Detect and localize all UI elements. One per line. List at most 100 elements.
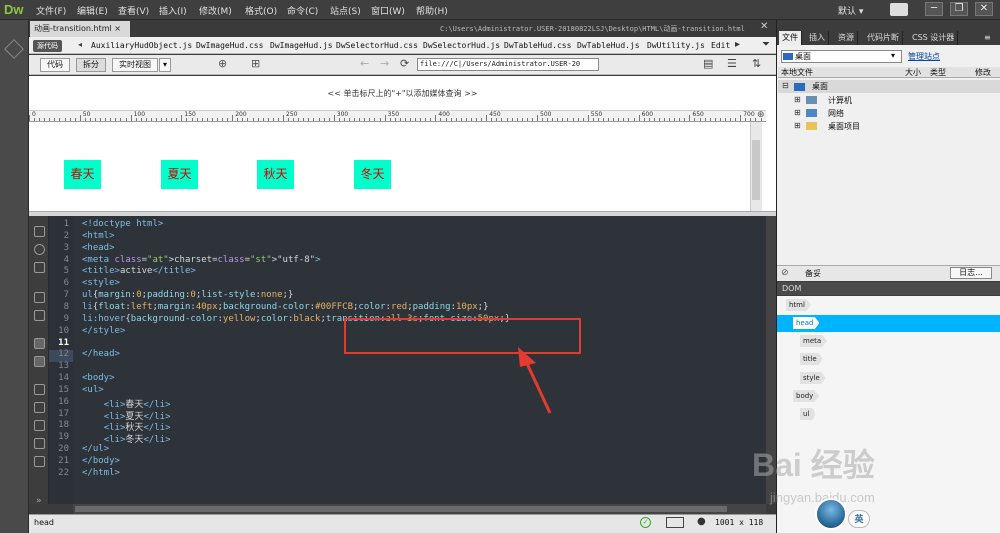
inspect-icon[interactable]: ⊕	[218, 57, 227, 70]
tab-insert[interactable]: 插入	[806, 31, 829, 45]
tab-assets[interactable]: 资源	[835, 31, 858, 45]
related-file[interactable]: DwImageHud.css	[196, 41, 263, 50]
code-line[interactable]: ul{margin:0;padding:0;list-style:none;}	[82, 290, 293, 300]
site-select[interactable]: 桌面	[781, 50, 902, 63]
menu-site[interactable]: 站点(S)	[330, 4, 361, 17]
tab-files[interactable]: 文件	[779, 31, 802, 45]
code-line[interactable]: <style>	[82, 278, 120, 288]
dom-node-title[interactable]: title	[800, 353, 823, 365]
code-view-button[interactable]: 代码	[40, 58, 70, 72]
menu-format[interactable]: 格式(O)	[245, 4, 277, 17]
related-file[interactable]: DwTableHud.js	[577, 41, 640, 50]
tree-item-desktop-items[interactable]: 桌面项目	[828, 121, 860, 132]
window-size[interactable]: 1001 x 118	[715, 518, 763, 527]
filter-funnel-icon[interactable]: ⏷	[762, 39, 770, 50]
code-line[interactable]: <head>	[82, 243, 115, 253]
code-line[interactable]: </ul>	[82, 444, 109, 454]
list-item-spring[interactable]: 春天	[64, 160, 101, 189]
live-view-dropdown[interactable]: ▾	[159, 58, 171, 72]
related-file[interactable]: DwUtility.js	[647, 41, 705, 50]
ime-indicator[interactable]: 英	[848, 510, 870, 528]
menu-insert[interactable]: 插入(I)	[159, 4, 187, 17]
related-file[interactable]: DwImageHud.js	[270, 41, 333, 50]
open-documents-icon[interactable]	[34, 226, 45, 237]
more-tools-icon[interactable]: »	[36, 496, 42, 506]
dom-panel-header[interactable]: DOM	[777, 282, 1000, 295]
expand-icon[interactable]	[34, 262, 45, 273]
address-field[interactable]: file:///C|/Users/Administrator.USER-20	[417, 58, 599, 71]
document-tab[interactable]: 动画-transition.html ×	[30, 21, 130, 37]
scroll-right-icon[interactable]: ▸	[735, 39, 740, 50]
menu-window[interactable]: 窗口(W)	[371, 4, 405, 17]
menu-modify[interactable]: 修改(M)	[199, 4, 232, 17]
menu-view[interactable]: 查看(V)	[118, 4, 149, 17]
design-scroll-thumb[interactable]	[752, 140, 760, 200]
dom-node-body[interactable]: body	[793, 390, 820, 402]
dom-node-head[interactable]: head	[793, 317, 820, 329]
menu-commands[interactable]: 命令(C)	[287, 4, 318, 17]
site-dropdown-icon[interactable]: ▾	[891, 51, 895, 60]
code-line[interactable]: li{float:left;margin:40px;background-col…	[82, 302, 489, 312]
desktop-size-icon[interactable]	[666, 517, 684, 528]
code-scroll-thumb[interactable]	[75, 506, 727, 512]
minimize-button[interactable]: ─	[925, 2, 943, 16]
column-local-files[interactable]: 本地文件	[781, 67, 813, 78]
source-code-button[interactable]: 源代码	[33, 40, 62, 52]
tree-item-computer[interactable]: 计算机	[828, 95, 852, 106]
live-view-button[interactable]: 实时视图	[112, 58, 158, 72]
filter-icon[interactable]: ◂	[78, 40, 82, 49]
expand-toggle-icon[interactable]: ⊞	[794, 121, 801, 130]
dom-node-html[interactable]: html	[786, 299, 811, 311]
back-icon[interactable]: ←	[360, 57, 369, 70]
related-file[interactable]: DwTableHud.css	[504, 41, 571, 50]
code-line[interactable]: </head>	[82, 349, 120, 359]
workspace-switcher[interactable]: 默认 ▾	[838, 4, 863, 17]
forward-icon[interactable]: →	[380, 57, 389, 70]
collapse-toggle-icon[interactable]: ⊟	[782, 81, 789, 90]
menu-edit[interactable]: 编辑(E)	[77, 4, 108, 17]
no-errors-icon[interactable]: ✓	[640, 517, 651, 528]
line-numbers-icon[interactable]	[34, 338, 45, 349]
maximize-button[interactable]: ❐	[950, 2, 968, 16]
indent-icon[interactable]	[34, 456, 45, 467]
select-parent-icon[interactable]	[34, 292, 45, 303]
format-icon[interactable]: ☰	[727, 57, 737, 70]
wrap-tag-icon[interactable]	[34, 420, 45, 431]
collapse-icon[interactable]	[34, 244, 45, 255]
add-media-query-icon[interactable]: ⊕	[757, 110, 765, 120]
balance-braces-icon[interactable]	[34, 310, 45, 321]
menu-help[interactable]: 帮助(H)	[416, 4, 448, 17]
page-icon[interactable]: ▤	[703, 57, 713, 70]
comment-icon[interactable]	[34, 384, 45, 395]
related-file[interactable]: DwSelectorHud.css	[336, 41, 418, 50]
wrap-icon[interactable]	[34, 356, 45, 367]
list-item-autumn[interactable]: 秋天	[257, 160, 294, 189]
related-file[interactable]: DwSelectorHud.js	[423, 41, 500, 50]
code-line[interactable]: <body>	[82, 373, 115, 383]
tab-css-designer[interactable]: CSS 设计器	[909, 31, 959, 45]
log-button[interactable]: 日志...	[950, 267, 992, 279]
menu-file[interactable]: 文件(F)	[36, 4, 66, 17]
code-line[interactable]: <html>	[82, 231, 115, 241]
split-view-button[interactable]: 拆分	[76, 58, 106, 72]
dom-node-meta[interactable]: meta	[800, 335, 828, 347]
globe-icon[interactable]: ●	[697, 516, 706, 527]
close-button[interactable]: ✕	[975, 2, 993, 16]
code-line[interactable]: <!doctype html>	[82, 219, 163, 229]
snippets-icon[interactable]	[34, 438, 45, 449]
expand-toggle-icon[interactable]: ⊞	[794, 108, 801, 117]
related-file[interactable]: AuxiliaryHudObject.js	[91, 41, 192, 50]
panel-menu-icon[interactable]: ≡	[984, 33, 991, 42]
remove-comment-icon[interactable]	[34, 402, 45, 413]
code-line[interactable]: </style>	[82, 326, 125, 336]
preview-icon[interactable]: ⊞	[251, 57, 260, 70]
column-type[interactable]: 类型	[930, 67, 946, 78]
refresh-icon[interactable]: ⟳	[400, 57, 409, 70]
code-line[interactable]: <title>active</title>	[82, 266, 196, 276]
manage-sites-link[interactable]: 管理站点	[908, 51, 940, 62]
tab-snippets[interactable]: 代码片断	[864, 31, 903, 45]
close-doc-icon[interactable]: ✕	[760, 21, 768, 32]
code-line[interactable]: </body>	[82, 456, 120, 466]
column-size[interactable]: 大小	[905, 67, 921, 78]
tree-item-network[interactable]: 网络	[828, 108, 844, 119]
